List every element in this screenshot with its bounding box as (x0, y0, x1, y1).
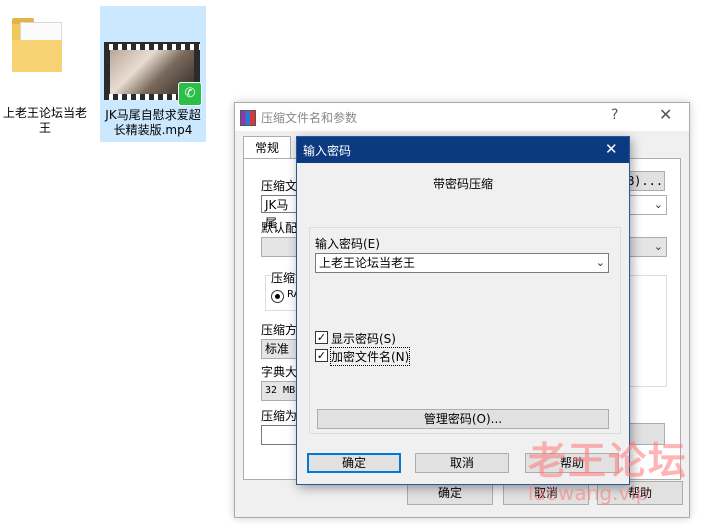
wechat-icon: ✆ (178, 82, 202, 106)
chevron-down-icon[interactable]: ⌄ (596, 254, 605, 272)
watermark: 老王论坛 laowang.vip (528, 440, 688, 504)
archive-name-input[interactable]: JK马尾 (261, 195, 301, 230)
profiles-button[interactable] (261, 237, 301, 257)
chevron-down-icon: ⌄ (653, 198, 663, 211)
folder-front-icon (12, 40, 62, 72)
winrar-icon (240, 110, 256, 126)
method-value: 标准 (265, 342, 290, 356)
archive-params-titlebar: 压缩文件名和参数 ? ✕ (235, 103, 689, 131)
help-icon[interactable]: ? (611, 107, 618, 123)
default-profile-label: 默认配 (261, 221, 298, 235)
method-label: 压缩方 (261, 323, 298, 337)
show-password-checkbox[interactable]: ✓ (315, 331, 328, 344)
split-input[interactable] (261, 425, 301, 445)
dictionary-combo[interactable]: 32 MB (261, 381, 301, 401)
encrypt-names-label[interactable]: 加密文件名(N) (329, 347, 411, 366)
watermark-title: 老王论坛 (528, 439, 689, 483)
rar-radio[interactable] (271, 290, 284, 303)
options-group-box (627, 275, 667, 387)
password-dialog-title: 输入密码 (303, 144, 352, 158)
password-ok-button[interactable]: 确定 (307, 453, 401, 473)
archive-name-label: 压缩文 (261, 179, 298, 193)
password-cancel-button[interactable]: 取消 (415, 453, 509, 473)
password-value: 上老王论坛当老王 (319, 256, 416, 270)
dictionary-label: 字典大 (261, 365, 298, 379)
method-combo[interactable]: 标准 (261, 339, 301, 359)
desktop-folder[interactable]: 上老王论坛当老王 (0, 0, 90, 140)
video-label: JK马尾自慰求爱超长精装版.mp4 (105, 108, 201, 137)
manage-passwords-button[interactable]: 管理密码(O)... (317, 409, 609, 429)
encrypt-names-checkbox[interactable]: ✓ (315, 349, 328, 362)
tab-general[interactable]: 常规 (243, 136, 291, 159)
archive-params-title: 压缩文件名和参数 (261, 111, 358, 125)
close-icon[interactable]: ✕ (605, 140, 618, 158)
options-combo[interactable]: ⌄ (625, 237, 667, 257)
close-icon[interactable]: ✕ (659, 105, 672, 124)
password-input[interactable]: 上老王论坛当老王 ⌄ (315, 253, 609, 273)
password-input-label: 输入密码(E) (315, 237, 380, 251)
password-dialog: 输入密码 ✕ 带密码压缩 输入密码(E) 上老王论坛当老王 ⌄ ✓ 显示密码(S… (296, 136, 630, 485)
browse-button[interactable]: B)... (625, 171, 665, 191)
folder-label: 上老王论坛当老王 (2, 106, 87, 135)
watermark-url: laowang.vip (528, 481, 649, 505)
dictionary-value: 32 MB (265, 385, 296, 396)
show-password-label[interactable]: 显示密码(S) (331, 330, 396, 347)
password-dialog-titlebar: 输入密码 ✕ (297, 137, 629, 163)
chevron-down-icon: ⌄ (653, 240, 663, 253)
password-heading: 带密码压缩 (432, 177, 493, 191)
update-mode-combo[interactable]: ⌄ (625, 195, 667, 215)
split-label: 压缩为 (261, 409, 298, 423)
radio-dot (275, 294, 280, 299)
